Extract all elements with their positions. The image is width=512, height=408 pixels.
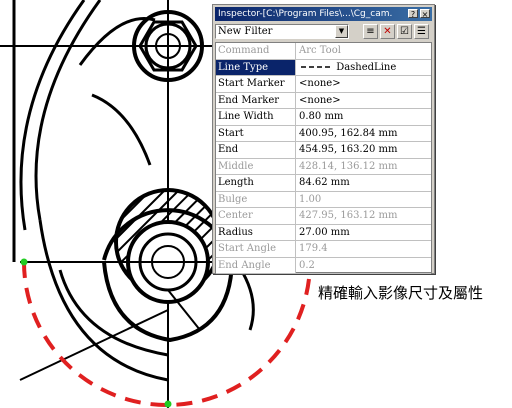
property-value: 27.00 mm [299,226,350,238]
property-name: Start Marker [216,76,296,92]
property-name: Middle [216,158,296,174]
property-row-line-width[interactable]: Line Width 0.80 mm [216,109,431,126]
properties-icon[interactable]: ☰ [414,24,429,39]
property-row-start-angle[interactable]: Start Angle 179.4 [216,241,431,258]
close-icon[interactable]: × [420,9,430,19]
property-value: 454.95, 163.20 mm [299,144,398,155]
property-value: 400.95, 162.84 mm [299,127,398,139]
inspector-toolbar: New Filter ▼ ≡ ✕ ☑ ☰ [215,23,432,41]
window-title: Inspector-[C:\Program Files\...\Cg_cam.l… [218,9,393,19]
chevron-down-icon[interactable]: ▼ [335,25,348,38]
property-name: End [216,142,296,158]
property-row-start[interactable]: Start 400.95, 162.84 mm [216,125,431,142]
property-row-command[interactable]: Command Arc Tool [216,43,431,60]
property-value: 0.80 mm [299,111,344,122]
property-row-length[interactable]: Length 84.62 mm [216,175,431,192]
property-value: 84.62 mm [299,177,350,188]
inspector-window: Inspector-[C:\Program Files\...\Cg_cam.l… [212,4,435,274]
property-name: Radius [216,224,296,240]
property-row-start-marker[interactable]: Start Marker <none> [216,76,431,93]
property-value: Arc Tool [299,45,341,56]
property-value: 1.00 [299,193,322,205]
property-name: Center [216,208,296,224]
property-value: 179.4 [299,243,328,254]
property-value: <none> [299,94,341,106]
property-row-center[interactable]: Center 427.95, 163.12 mm [216,208,431,225]
property-value: 0.2 [299,259,315,271]
property-name: Start Angle [216,241,296,257]
property-value: 427.95, 163.12 mm [299,210,398,221]
filter-list-icon[interactable]: ≡ [363,24,378,39]
filter-select-value: New Filter [218,26,273,37]
property-name: Bulge [216,191,296,207]
property-row-bulge[interactable]: Bulge 1.00 [216,191,431,208]
property-name: End Angle [216,257,296,273]
property-row-middle[interactable]: Middle 428.14, 136.12 mm [216,158,431,175]
property-name: Start [216,125,296,141]
help-icon[interactable]: ? [408,9,418,19]
property-row-end[interactable]: End 454.95, 163.20 mm [216,142,431,159]
annotation-caption: 精確輸入影像尺寸及屬性 [318,284,484,302]
property-value: <none> [299,78,341,89]
property-row-end-marker[interactable]: End Marker <none> [216,92,431,109]
property-name: Line Type [216,59,296,75]
inspector-titlebar[interactable]: Inspector-[C:\Program Files\...\Cg_cam.l… [215,7,432,21]
property-row-line-type[interactable]: Line Type DashedLine [216,59,431,76]
property-value: 428.14, 136.12 mm [299,160,398,172]
property-name: Length [216,175,296,191]
property-grid: Command Arc Tool Line Type DashedLine St… [215,42,432,274]
delete-icon[interactable]: ✕ [380,24,395,39]
filter-select[interactable]: New Filter ▼ [215,24,349,39]
property-name: Command [216,43,296,59]
property-name: End Marker [216,92,296,108]
check-icon[interactable]: ☑ [397,24,412,39]
property-row-radius[interactable]: Radius 27.00 mm [216,224,431,241]
property-value-line-type: DashedLine [297,60,431,76]
property-row-end-angle[interactable]: End Angle 0.2 [216,257,431,274]
property-name: Line Width [216,109,296,125]
dashed-line-swatch-icon [301,66,331,68]
line-type-label: DashedLine [336,61,397,73]
